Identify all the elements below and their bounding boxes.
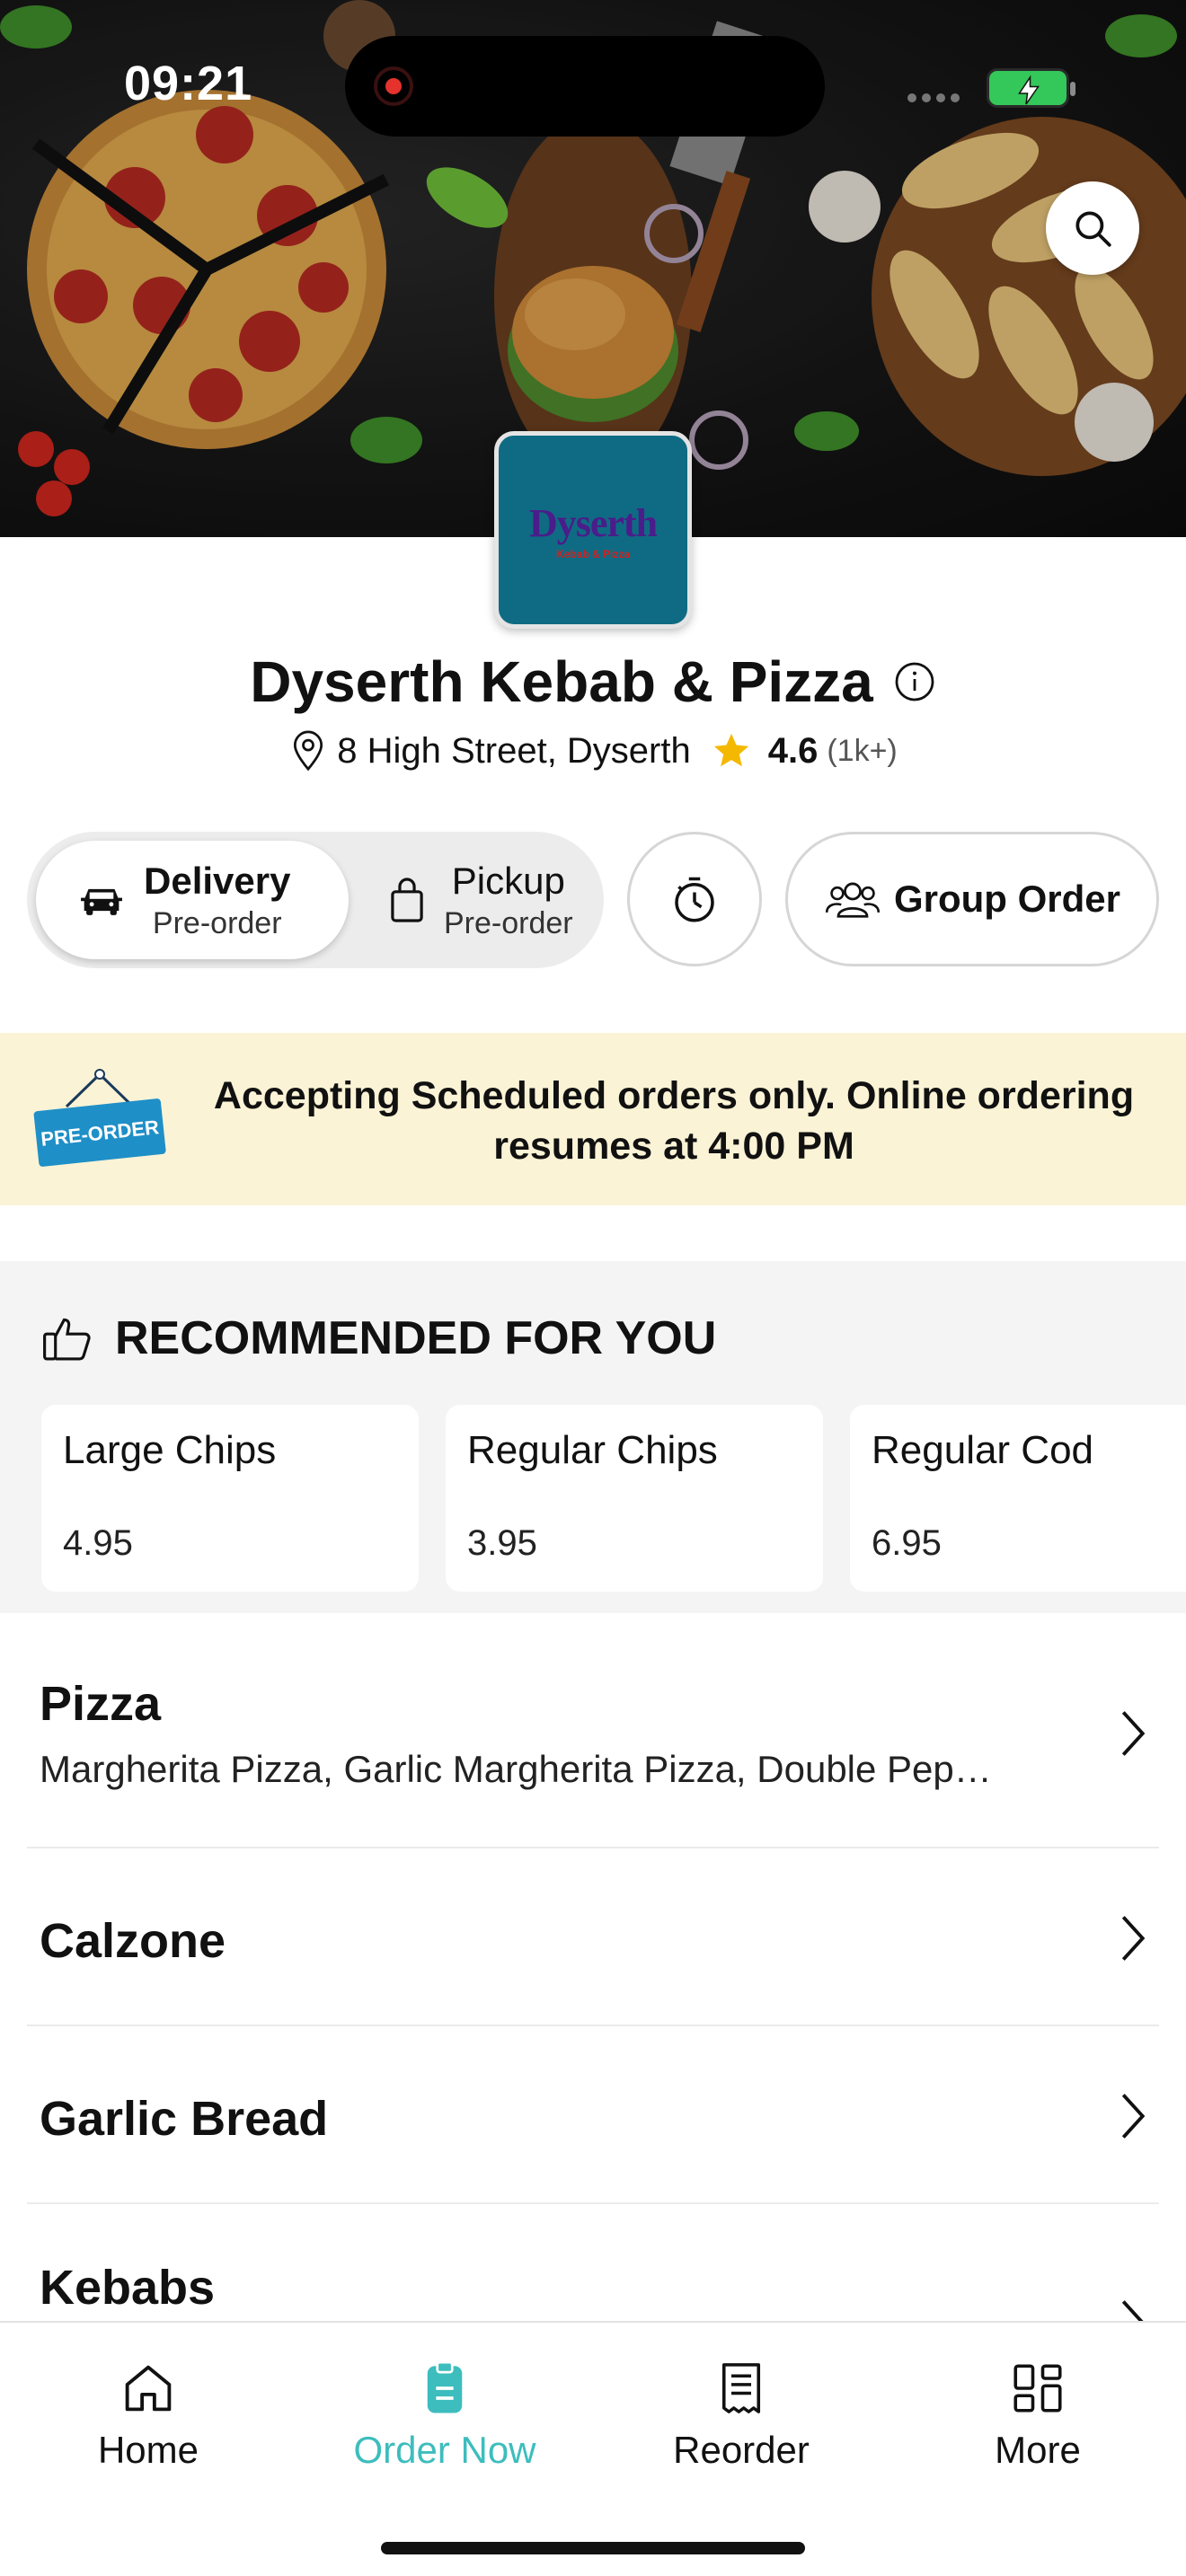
delivery-label: Delivery — [144, 859, 291, 902]
item-name: Regular Chips — [467, 1428, 718, 1472]
rating-count: (1k+) — [827, 733, 898, 768]
stopwatch-icon — [675, 877, 714, 922]
group-icon — [825, 882, 881, 918]
schedule-time-button[interactable] — [627, 832, 762, 966]
item-price: 6.95 — [872, 1523, 942, 1563]
restaurant-title-row: Dyserth Kebab & Pizza — [0, 648, 1186, 715]
nav-reorder-label: Reorder — [673, 2429, 810, 2471]
item-price: 4.95 — [63, 1523, 133, 1563]
car-icon — [81, 888, 122, 915]
info-icon[interactable] — [893, 660, 936, 703]
restaurant-logo: Dyserth Kebab & Pizza — [494, 431, 692, 629]
delivery-sublabel: Pre-order — [152, 905, 282, 940]
battery-charging-icon — [987, 68, 1075, 108]
preorder-sign-icon: PRE-ORDER — [33, 1069, 166, 1167]
category-row-kebabs[interactable]: Kebabs — [27, 2204, 1159, 2321]
bottom-navigation: Home Order Now Reorder More — [0, 2321, 1186, 2576]
preorder-message: Accepting Scheduled orders only. Online … — [213, 1074, 1135, 1168]
group-order-button[interactable]: Group Order — [785, 832, 1159, 966]
chevron-right-icon — [1121, 1711, 1146, 1756]
search-icon — [1075, 211, 1111, 247]
preorder-notice-banner: PRE-ORDER Accepting Scheduled orders onl… — [0, 1033, 1186, 1205]
category-title: Garlic Bread — [40, 2092, 329, 2146]
pickup-label: Pickup — [451, 859, 565, 902]
signal-icon — [907, 93, 960, 102]
recommended-item-card[interactable]: Large Chips 4.95 — [41, 1405, 419, 1592]
restaurant-page: 09:21 Dyserth Kebab & Pizza Dyserth Keba… — [0, 0, 1186, 2576]
nav-more[interactable]: More — [890, 2359, 1186, 2472]
recommended-item-card[interactable]: Regular Cod 6.95 — [850, 1405, 1186, 1592]
item-name: Regular Cod — [872, 1428, 1094, 1472]
pickup-sublabel: Pre-order — [444, 905, 573, 940]
chevron-right-icon — [1121, 2300, 1144, 2321]
category-title: Kebabs — [40, 2261, 216, 2315]
recommended-header: RECOMMENDED FOR YOU — [41, 1311, 716, 1365]
home-icon — [125, 2365, 172, 2412]
nav-order-now-label: Order Now — [353, 2429, 536, 2471]
order-mode-toggle: Delivery Pre-order Pickup Pre-order — [27, 832, 604, 968]
item-price: 3.95 — [467, 1523, 537, 1563]
recommended-title: RECOMMENDED FOR YOU — [115, 1312, 717, 1364]
category-row-calzone[interactable]: Calzone — [27, 1848, 1159, 2025]
chevron-right-icon — [1121, 2094, 1146, 2139]
star-icon — [713, 733, 748, 767]
restaurant-name: Dyserth Kebab & Pizza — [250, 649, 873, 714]
nav-order-now[interactable]: Order Now — [296, 2359, 593, 2472]
restaurant-meta-row: 8 High Street, Dyserth 4.6 (1k+) — [0, 729, 1186, 772]
bag-icon — [391, 878, 423, 922]
pickup-option[interactable]: Pickup Pre-order — [350, 841, 595, 959]
category-title: Calzone — [40, 1914, 226, 1968]
status-bar-time: 09:21 — [124, 57, 253, 110]
category-row-pizza[interactable]: Pizza Margherita Pizza, Garlic Margherit… — [27, 1613, 1159, 1847]
category-row-garlic-bread[interactable]: Garlic Bread — [27, 2026, 1159, 2202]
thumbs-up-icon — [43, 1318, 91, 1361]
group-order-label: Group Order — [893, 878, 1121, 920]
dynamic-island — [345, 36, 825, 137]
home-indicator[interactable] — [381, 2542, 805, 2554]
nav-home-label: Home — [97, 2429, 199, 2471]
restaurant-address: 8 High Street, Dyserth — [337, 730, 691, 771]
nav-more-label: More — [995, 2429, 1081, 2471]
search-button[interactable] — [1046, 181, 1139, 275]
receipt-icon — [721, 2363, 761, 2413]
grid-icon — [1013, 2364, 1062, 2413]
category-title: Pizza — [40, 1677, 162, 1731]
screen-recording-icon — [374, 66, 413, 106]
nav-home[interactable]: Home — [0, 2359, 296, 2472]
nav-reorder[interactable]: Reorder — [593, 2359, 890, 2472]
category-description: Margherita Pizza, Garlic Margherita Pizz… — [40, 1748, 992, 1790]
delivery-option[interactable]: Delivery Pre-order — [36, 841, 349, 959]
order-icon — [427, 2360, 463, 2413]
location-pin-icon — [294, 730, 323, 772]
item-name: Large Chips — [63, 1428, 277, 1472]
rating-value: 4.6 — [767, 730, 819, 771]
chevron-right-icon — [1121, 1916, 1146, 1961]
recommended-item-card[interactable]: Regular Chips 3.95 — [446, 1405, 823, 1592]
recommended-section: RECOMMENDED FOR YOU Large Chips 4.95 Reg… — [0, 1261, 1186, 1613]
